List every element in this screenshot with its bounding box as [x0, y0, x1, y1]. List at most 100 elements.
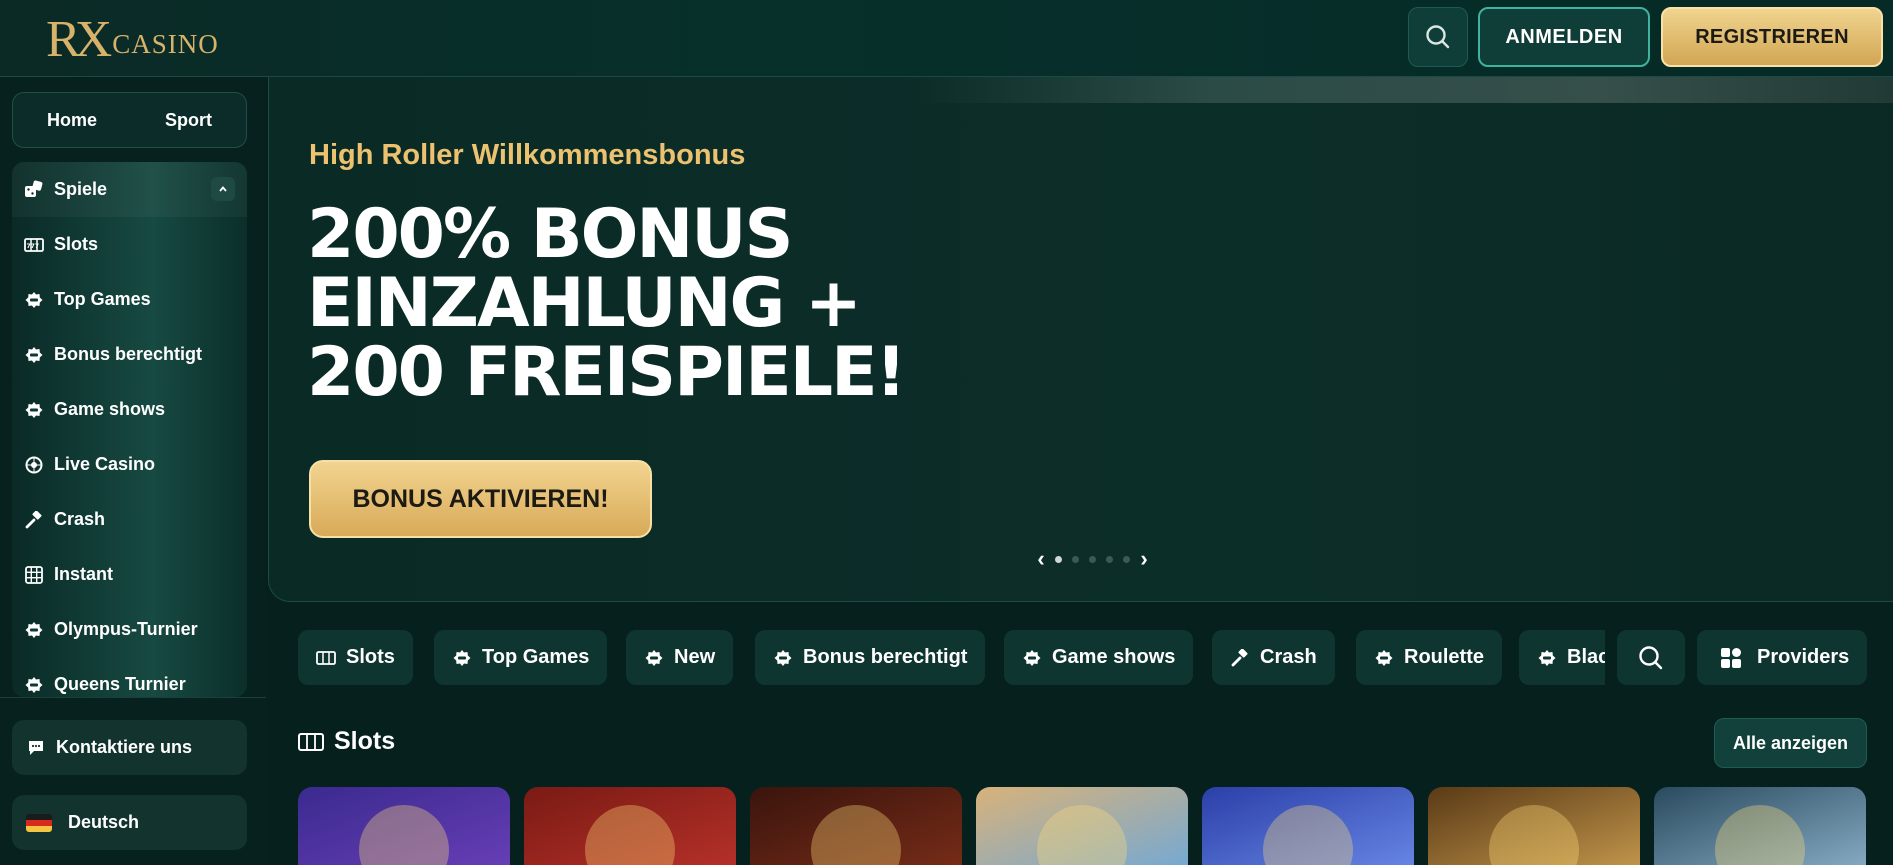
- top-header: RX CASINO ANMELDEN REGISTRIEREN: [0, 0, 1893, 77]
- nav-home[interactable]: Home: [47, 110, 97, 131]
- game-tile-gold-coins[interactable]: [524, 787, 736, 865]
- show-all-button[interactable]: Alle anzeigen: [1714, 718, 1867, 768]
- game-tile-art: [811, 805, 901, 865]
- providers-button[interactable]: Providers: [1697, 630, 1867, 685]
- badge-icon: [24, 675, 44, 695]
- svg-text:777: 777: [27, 243, 40, 250]
- category-chip-bonus[interactable]: Bonus berechtigt: [755, 630, 986, 685]
- sidebar-item-live-casino[interactable]: Live Casino: [12, 437, 247, 492]
- sidebar-item-label: Queens Turnier: [54, 674, 186, 694]
- game-tile-art: [1489, 805, 1579, 865]
- game-tile-art: [585, 805, 675, 865]
- category-chip-top-games[interactable]: Top Games: [434, 630, 608, 685]
- sidebar-item-label: Slots: [54, 234, 99, 254]
- sidebar-item-instant[interactable]: Instant: [12, 547, 247, 602]
- sidebar-item-label: Live Casino: [54, 454, 156, 474]
- sidebar-item-queens[interactable]: Queens Turnier: [12, 657, 247, 697]
- slots-icon: [316, 648, 336, 668]
- badge-icon: [1374, 648, 1394, 668]
- category-chip-crash[interactable]: Crash: [1212, 630, 1335, 685]
- game-tile-dark-knight[interactable]: [1654, 787, 1866, 865]
- sidebar-item-top-games[interactable]: Top Games: [12, 272, 247, 327]
- contact-label: Kontaktiere uns: [56, 737, 193, 757]
- carousel-dot[interactable]: [1072, 555, 1079, 563]
- sidebar-item-olympus[interactable]: Olympus-Turnier: [12, 602, 247, 657]
- search-icon: [1426, 25, 1450, 49]
- badge-icon: [24, 620, 44, 640]
- game-tile-art: [359, 805, 449, 865]
- carousel-dot[interactable]: [1055, 555, 1062, 563]
- category-label: Bonus berechtigt: [803, 646, 968, 668]
- sidebar-item-label: Bonus berechtigt: [54, 344, 203, 364]
- hammer-icon: [1230, 648, 1250, 668]
- contact-button[interactable]: Kontaktiere uns: [12, 720, 247, 775]
- game-tile-art: [1037, 805, 1127, 865]
- providers-grid-icon: [1719, 646, 1743, 670]
- chevron-up-icon[interactable]: [211, 177, 235, 201]
- language-label: Deutsch: [68, 812, 140, 832]
- carousel-dot[interactable]: [1123, 555, 1130, 563]
- hero-top-image-strip: [919, 77, 1893, 103]
- category-label: New: [674, 646, 716, 668]
- sidebar-divider: [0, 697, 266, 698]
- register-button[interactable]: REGISTRIEREN: [1661, 7, 1883, 67]
- hero-title-line: 200 FREISPIELE!: [307, 333, 907, 412]
- category-label: Slots: [346, 646, 395, 668]
- games-panel: Spiele 777 Slots Top Games Bonus berecht…: [12, 162, 247, 697]
- carousel-dot[interactable]: [1089, 555, 1096, 563]
- game-tile-sombrero[interactable]: [976, 787, 1188, 865]
- hero-title-line: 200% BONUS: [307, 195, 794, 274]
- dice-icon: [24, 180, 44, 200]
- sidebar-item-game-shows[interactable]: Game shows: [12, 382, 247, 437]
- category-bar: Slots Top Games New Bonus berechtigt Gam…: [298, 630, 1605, 685]
- chat-icon: [26, 738, 46, 758]
- sidebar-item-label: Game shows: [54, 399, 166, 419]
- category-label: Top Games: [482, 646, 590, 668]
- header-search-button[interactable]: [1408, 7, 1468, 67]
- hero-banner: High Roller Willkommensbonus 200% BONUS …: [268, 77, 1893, 602]
- language-selector[interactable]: Deutsch: [12, 795, 247, 850]
- game-tile-lady-portrait[interactable]: [750, 787, 962, 865]
- category-chip-roulette[interactable]: Roulette: [1356, 630, 1502, 685]
- category-chip-slots[interactable]: Slots: [298, 630, 413, 685]
- slots-icon: 777: [24, 235, 44, 255]
- login-button[interactable]: ANMELDEN: [1478, 7, 1650, 67]
- category-chip-new[interactable]: New: [626, 630, 734, 685]
- slots-section-title: Slots: [298, 727, 395, 756]
- hero-subtitle: High Roller Willkommensbonus: [309, 139, 746, 171]
- sidebar-item-label: Olympus-Turnier: [54, 619, 198, 639]
- sidebar-item-crash[interactable]: Crash: [12, 492, 247, 547]
- badge-icon: [1022, 648, 1042, 668]
- badge-icon: [24, 400, 44, 420]
- game-tile-golden-frog[interactable]: [1202, 787, 1414, 865]
- category-chip-game-shows[interactable]: Game shows: [1004, 630, 1194, 685]
- section-title-label: Slots: [334, 727, 396, 755]
- rx-casino-logo[interactable]: RX CASINO: [46, 4, 219, 68]
- game-tile-art: [1715, 805, 1805, 865]
- badge-icon: [1537, 648, 1557, 668]
- game-tile-art: [1263, 805, 1353, 865]
- providers-label: Providers: [1757, 646, 1850, 668]
- chevron-left-icon[interactable]: ‹: [1032, 546, 1050, 572]
- carousel-dot[interactable]: [1106, 555, 1113, 563]
- carousel-pagination: ‹ ›: [1032, 546, 1153, 572]
- sidebar-top-nav: Home Sport: [12, 92, 247, 148]
- activate-bonus-button[interactable]: BONUS AKTIVIEREN!: [309, 460, 652, 538]
- sidebar-item-bonus[interactable]: Bonus berechtigt: [12, 327, 247, 382]
- category-chip-blackjack[interactable]: Blac: [1519, 630, 1605, 685]
- logo-rx: RX: [46, 11, 112, 68]
- chevron-right-icon[interactable]: ›: [1135, 546, 1153, 572]
- category-label: Blac: [1567, 646, 1605, 668]
- sidebar-item-label: Instant: [54, 564, 114, 584]
- category-search-button[interactable]: [1617, 630, 1685, 685]
- sidebar-item-label: Crash: [54, 509, 106, 529]
- hammer-icon: [24, 510, 44, 530]
- slots-icon: [298, 732, 324, 752]
- badge-icon: [773, 648, 793, 668]
- game-tile-lion-pharaoh[interactable]: [298, 787, 510, 865]
- game-tile-egyptian-temple[interactable]: [1428, 787, 1640, 865]
- sidebar-item-slots[interactable]: 777 Slots: [12, 217, 247, 272]
- games-header[interactable]: Spiele: [12, 162, 247, 217]
- category-label: Crash: [1260, 646, 1317, 668]
- nav-sport[interactable]: Sport: [165, 110, 212, 131]
